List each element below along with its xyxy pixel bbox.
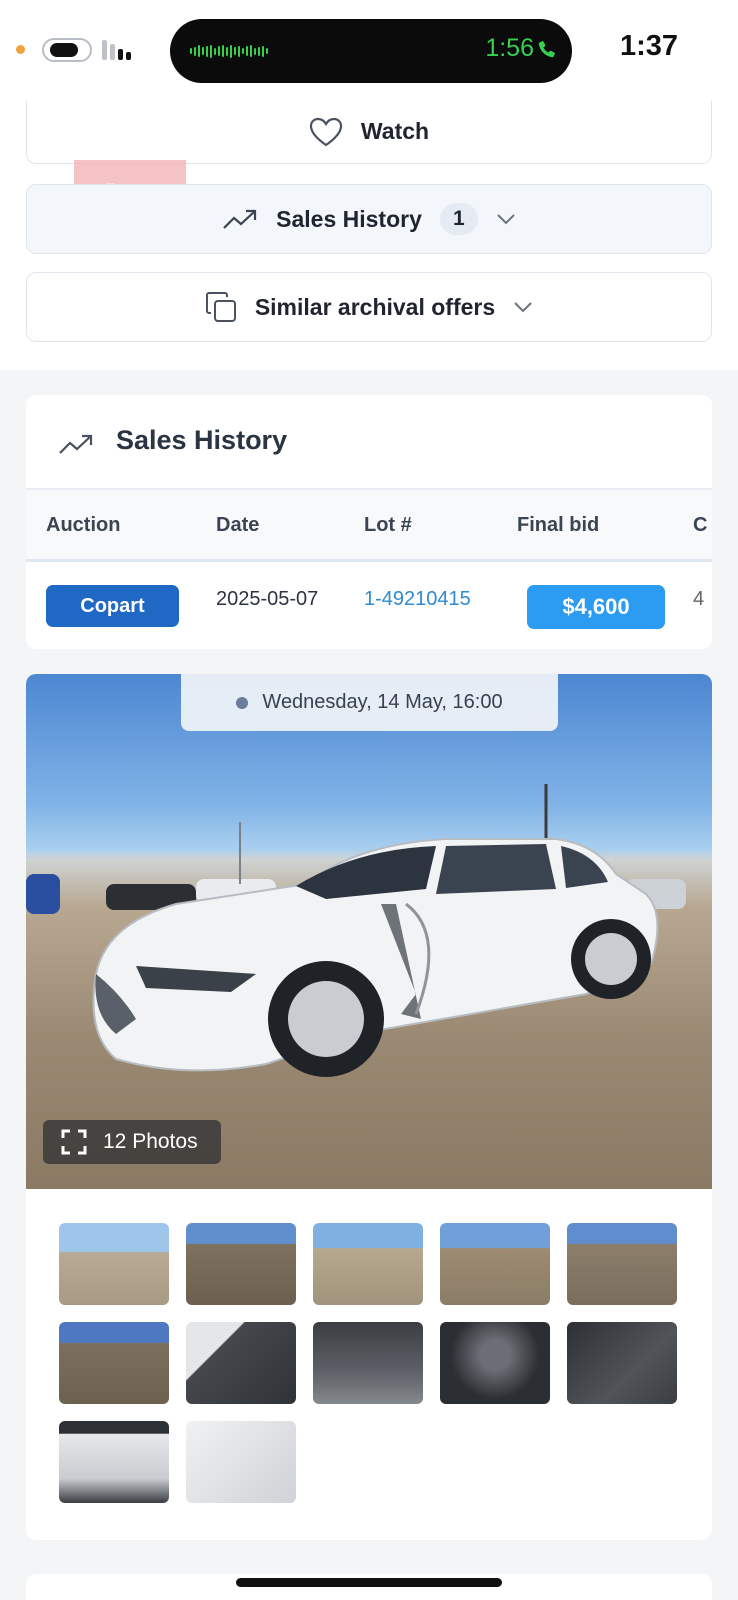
column-header-truncated: C	[693, 514, 708, 536]
photo-thumbnail[interactable]	[59, 1223, 169, 1305]
recording-indicator-icon	[42, 38, 92, 62]
chevron-down-icon	[514, 302, 532, 313]
watch-button[interactable]: Watch	[26, 100, 712, 164]
photo-thumbnail[interactable]	[567, 1223, 677, 1305]
audio-waveform-icon	[190, 44, 268, 58]
photo-thumbnail[interactable]	[313, 1322, 423, 1404]
photo-thumbnail[interactable]	[186, 1322, 296, 1404]
home-indicator[interactable]	[236, 1578, 502, 1587]
photo-thumbnail[interactable]	[59, 1322, 169, 1404]
privacy-indicator-dot	[16, 45, 25, 54]
photo-thumbnail[interactable]	[186, 1223, 296, 1305]
similar-offers-label: Similar archival offers	[254, 293, 496, 320]
table-header: Auction Date Lot # Final bid C	[26, 490, 712, 562]
sales-history-label: Sales History	[276, 205, 422, 232]
cellular-signal-icon	[102, 38, 131, 60]
photo-gallery-card: Wednesday, 14 May, 16:00 12 Photos	[26, 674, 712, 1540]
heart-icon	[309, 117, 343, 146]
watch-label: Watch	[360, 118, 430, 144]
chevron-down-icon	[497, 214, 515, 225]
photos-count-label: 12 Photos	[103, 1130, 198, 1153]
trending-up-icon	[59, 434, 93, 454]
sales-history-title: Sales History	[116, 425, 288, 455]
sales-history-count-badge: 1	[439, 203, 478, 235]
photo-thumbnail[interactable]	[186, 1421, 296, 1503]
lot-number-link[interactable]: 1-49210415	[364, 588, 471, 611]
status-dot	[236, 696, 249, 709]
sales-history-toggle[interactable]: Sales History 1	[26, 184, 712, 254]
photos-count-button[interactable]: 12 Photos	[43, 1120, 221, 1164]
auction-date-text: Wednesday, 14 May, 16:00	[262, 691, 503, 713]
photo-thumbnail[interactable]	[440, 1322, 550, 1404]
main-vehicle-photo[interactable]: Wednesday, 14 May, 16:00 12 Photos	[26, 674, 712, 1189]
photo-thumbnail[interactable]	[567, 1322, 677, 1404]
clock: 1:37	[620, 30, 679, 62]
copy-icon	[205, 292, 236, 322]
column-header-lot: Lot #	[364, 514, 412, 536]
final-bid-badge: $4,600	[527, 585, 665, 629]
auction-date-banner: Wednesday, 14 May, 16:00	[181, 674, 558, 731]
trending-up-icon	[223, 209, 257, 229]
photo-thumbnail[interactable]	[59, 1421, 169, 1503]
similar-offers-toggle[interactable]: Similar archival offers	[26, 272, 712, 342]
sale-date: 2025-05-07	[216, 588, 319, 610]
column-header-final-bid: Final bid	[517, 514, 600, 536]
call-duration: 1:56	[485, 34, 534, 62]
sales-history-card: Sales History Auction Date Lot # Final b…	[26, 395, 712, 649]
phone-icon	[538, 41, 555, 58]
damaged-car-illustration	[26, 784, 686, 1077]
column-header-auction: Auction	[46, 514, 121, 536]
auction-badge-copart[interactable]: Copart	[46, 585, 179, 627]
photo-thumbnail[interactable]	[440, 1223, 550, 1305]
dynamic-island[interactable]: 1:56	[170, 19, 572, 83]
truncated-cell: 4	[693, 588, 705, 610]
column-header-date: Date	[216, 514, 260, 536]
photo-thumbnail[interactable]	[313, 1223, 423, 1305]
status-bar: 1:56 1:37	[0, 0, 738, 100]
fullscreen-icon	[61, 1129, 87, 1155]
listing-actions: Watch iQ Sales History 1 Similar archiva…	[0, 100, 738, 370]
